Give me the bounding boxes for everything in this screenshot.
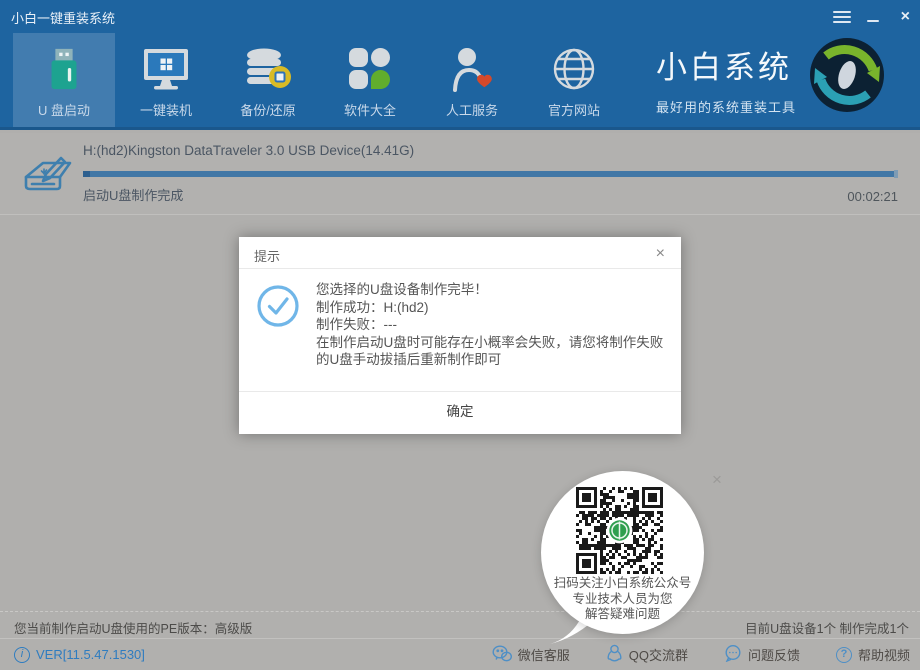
app-window: 小白一键重装系统 × xyxy=(0,0,920,670)
progress-bar xyxy=(83,171,898,177)
globe-icon xyxy=(551,41,597,97)
backup-disks-icon xyxy=(244,41,292,97)
dialog-close-icon[interactable]: × xyxy=(652,243,669,265)
minimize-icon[interactable] xyxy=(867,9,885,25)
version-info: i VER[11.5.47.1530] xyxy=(14,647,145,663)
usb-device-label: H:(hd2)Kingston DataTraveler 3.0 USB Dev… xyxy=(83,143,414,158)
footer: i VER[11.5.47.1530] 微信客服 xyxy=(0,638,920,670)
status-bar: 您当前制作启动U盘使用的PE版本：高级版 目前U盘设备1个 制作完成1个 xyxy=(0,611,920,638)
window-controls: × xyxy=(833,9,910,25)
footer-link-label: QQ交流群 xyxy=(629,645,688,664)
dialog-message: 您选择的U盘设备制作完毕！ 制作成功：H:(hd2) 制作失败：--- 在制作启… xyxy=(316,281,668,369)
nav-item-software[interactable]: 软件大全 xyxy=(319,33,421,127)
close-icon[interactable]: × xyxy=(901,9,910,25)
brand-logo-icon xyxy=(808,36,886,114)
ok-button[interactable]: 确定 xyxy=(417,392,504,432)
qr-code xyxy=(576,487,663,574)
dialog-line: 制作成功：H:(hd2) xyxy=(316,299,668,317)
success-check-icon xyxy=(256,284,300,333)
pe-version-status: 您当前制作启动U盘使用的PE版本：高级版 xyxy=(14,618,252,637)
usb-stick-icon xyxy=(42,41,86,97)
nav-label: 软件大全 xyxy=(344,100,396,119)
nav-item-backup-restore[interactable]: 备份/还原 xyxy=(217,33,319,127)
nav-label: 官方网站 xyxy=(548,100,600,119)
main-nav: U 盘启动 一键装机 xyxy=(13,33,625,127)
help-video-link[interactable]: ? 帮助视频 xyxy=(836,644,910,665)
disk-write-icon xyxy=(16,143,76,206)
dialog-footer: 确定 xyxy=(239,391,681,433)
nav-item-usb-boot[interactable]: U 盘启动 xyxy=(13,33,115,127)
version-label: VER[11.5.47.1530] xyxy=(36,647,145,662)
header: 小白一键重装系统 × xyxy=(0,0,920,130)
qr-caption: 扫码关注小白系统公众号 专业技术人员为您 解答疑难问题 xyxy=(543,576,702,623)
brand: 小白系统 最好用的系统重装工具 xyxy=(656,42,796,116)
monitor-icon xyxy=(142,41,190,97)
nav-item-human-service[interactable]: 人工服务 xyxy=(421,33,523,127)
dialog-body: 您选择的U盘设备制作完毕！ 制作成功：H:(hd2) 制作失败：--- 在制作启… xyxy=(239,269,681,391)
wechat-icon xyxy=(492,645,512,665)
progress-fill xyxy=(83,171,898,177)
brand-name: 小白系统 xyxy=(656,42,796,87)
apps-clover-icon xyxy=(348,41,392,97)
feedback-link[interactable]: 问题反馈 xyxy=(724,644,800,665)
qr-caption-line: 解答疑难问题 xyxy=(543,607,702,623)
dialog-header: 提示 × xyxy=(239,237,681,269)
brand-tagline: 最好用的系统重装工具 xyxy=(656,97,796,116)
nav-label: U 盘启动 xyxy=(38,100,90,119)
qr-caption-line: 扫码关注小白系统公众号 xyxy=(543,576,702,592)
nav-item-one-click-install[interactable]: 一键装机 xyxy=(115,33,217,127)
nav-label: 备份/还原 xyxy=(240,100,296,119)
app-title: 小白一键重装系统 xyxy=(11,8,115,27)
nav-label: 一键装机 xyxy=(140,100,192,119)
menu-icon[interactable] xyxy=(833,9,851,25)
dialog-line: 制作失败：--- xyxy=(316,316,668,334)
qr-close-icon[interactable]: × xyxy=(708,468,726,492)
help-icon: ? xyxy=(836,647,852,663)
person-heart-icon xyxy=(450,41,494,97)
dialog-line: 在制作启动U盘时可能存在小概率会失败，请您将制作失败的U盘手动拔插后重新制作即可 xyxy=(316,334,668,369)
qq-group-link[interactable]: QQ交流群 xyxy=(606,644,688,665)
dialog-title: 提示 xyxy=(254,246,280,265)
progress-status: 启动U盘制作完成 xyxy=(83,185,183,204)
qq-icon xyxy=(606,644,623,665)
usb-make-progress-section: H:(hd2)Kingston DataTraveler 3.0 USB Dev… xyxy=(0,133,920,215)
info-icon: i xyxy=(14,647,30,663)
nav-label: 人工服务 xyxy=(446,100,498,119)
footer-link-label: 帮助视频 xyxy=(858,645,910,664)
elapsed-time: 00:02:21 xyxy=(847,189,898,204)
device-count-status: 目前U盘设备1个 制作完成1个 xyxy=(745,618,909,637)
qr-caption-line: 专业技术人员为您 xyxy=(543,592,702,608)
tip-dialog: 提示 × 您选择的U盘设备制作完毕！ 制作成功：H:(hd2) 制作失败：---… xyxy=(239,237,681,434)
nav-item-official-site[interactable]: 官方网站 xyxy=(523,33,625,127)
feedback-bubble-icon xyxy=(724,645,742,665)
dialog-line: 您选择的U盘设备制作完毕！ xyxy=(316,281,668,299)
footer-link-label: 问题反馈 xyxy=(748,645,800,664)
